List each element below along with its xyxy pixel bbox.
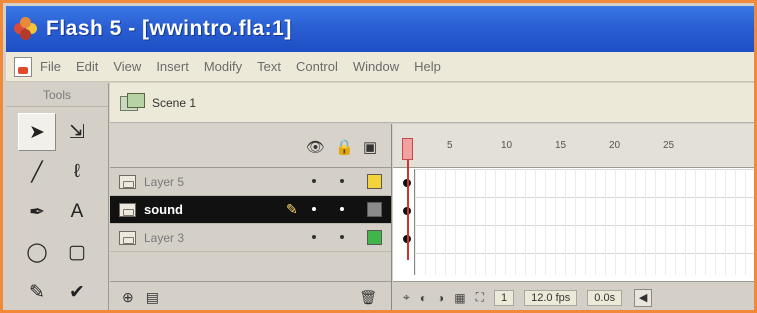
lock-dot[interactable] [340,235,344,239]
center-frame-icon[interactable]: ⌖ [403,290,410,305]
delete-layer-icon[interactable]: 🗑 [359,289,377,306]
current-frame-field: 1 [494,289,515,306]
pencil-tool-icon[interactable]: ✎ [18,273,56,310]
menu-file[interactable]: File [40,59,61,74]
lock-icon[interactable]: 🔒 [335,138,354,156]
lock-dot[interactable] [340,179,344,183]
frame-ruler[interactable]: 5 10 15 20 25 [393,124,754,168]
layers-panel: 👁 🔒 ▣ Layer 5 sound ✎ Layer 3 ⊕ ▤ 🗑 [110,124,392,310]
layer-name: Layer 3 [144,230,185,245]
timeline-panel: 5 10 15 20 25 ⌖ ◐ ◑ ▦ ⛶ 1 12.0 fps 0.0s … [393,124,754,310]
ruler-tick: 25 [663,140,675,151]
ruler-tick: 5 [447,140,453,151]
layers-header: 👁 🔒 ▣ [110,124,391,168]
lock-dot[interactable] [340,207,344,211]
ruler-tick: 15 [555,140,567,151]
scroll-left-button[interactable]: ◀ [634,288,653,307]
visibility-dot[interactable] [312,235,316,239]
brush-tool-icon[interactable]: ✔ [58,273,96,310]
layer-outline-color-swatch[interactable] [367,202,382,217]
layer-name: sound [144,202,183,217]
layer-outline-color-swatch[interactable] [367,230,382,245]
show-hide-eye-icon[interactable]: 👁 [306,138,325,156]
pencil-edit-icon: ✎ [286,201,298,217]
text-tool-icon[interactable]: A [58,193,96,231]
layer-row[interactable]: Layer 5 [110,168,391,196]
oval-tool-icon[interactable]: ◯ [18,233,56,271]
elapsed-time-field: 0.0s [587,289,623,306]
ruler-tick: 20 [609,140,621,151]
menu-view[interactable]: View [113,59,141,74]
layer-outline-color-swatch[interactable] [367,174,382,189]
tools-header: Tools [6,83,108,107]
layer-icon [119,202,136,217]
layer-row[interactable]: Layer 3 [110,224,391,252]
tool-grid: ➤ ⇲ ╱ ℓ ✒ A ◯ ▢ ✎ ✔ [18,113,108,310]
playhead-line [407,160,409,260]
menu-bar: File Edit View Insert Modify Text Contro… [6,52,754,82]
menu-window[interactable]: Window [353,59,399,74]
ruler-tick: 10 [501,140,513,151]
visibility-dot[interactable] [312,179,316,183]
layer-name: Layer 5 [144,174,185,189]
add-guide-layer-icon[interactable]: ▤ [146,289,159,306]
menu-control[interactable]: Control [296,59,338,74]
title-bar[interactable]: Flash 5 - [wwintro.fla:1] [6,6,754,52]
layer-icon [119,174,136,189]
menu-insert[interactable]: Insert [156,59,189,74]
application-window: Flash 5 - [wwintro.fla:1] File Edit View… [0,0,757,313]
frame-grid[interactable] [415,169,754,275]
layers-footer: ⊕ ▤ 🗑 [110,281,391,310]
scene-bar: Scene 1 [110,83,754,123]
line-tool-icon[interactable]: ╱ [18,153,56,191]
scene-label[interactable]: Scene 1 [152,96,196,110]
menu-modify[interactable]: Modify [204,59,242,74]
pen-tool-icon[interactable]: ✒ [18,193,56,231]
rectangle-tool-icon[interactable]: ▢ [58,233,96,271]
menu-help[interactable]: Help [414,59,441,74]
window-title: Flash 5 - [wwintro.fla:1] [46,17,292,40]
layer-row-selected[interactable]: sound ✎ [110,196,391,224]
outline-icon[interactable]: ▣ [363,138,377,156]
menu-text[interactable]: Text [257,59,281,74]
add-layer-icon[interactable]: ⊕ [122,289,134,306]
timeline-footer: ⌖ ◐ ◑ ▦ ⛶ 1 12.0 fps 0.0s ◀ [393,281,754,310]
playhead[interactable] [402,138,413,160]
document-icon[interactable] [14,56,32,77]
modify-onion-markers-icon[interactable]: ⛶ [476,290,484,305]
edit-multiple-frames-icon[interactable]: ▦ [454,291,465,305]
lasso-tool-icon[interactable]: ℓ [58,153,96,191]
subselect-tool-icon[interactable]: ⇲ [58,113,96,151]
arrow-tool-icon[interactable]: ➤ [18,113,56,151]
visibility-dot[interactable] [312,207,316,211]
onion-outline-icon[interactable]: ◑ [437,291,444,305]
frame-rate-field: 12.0 fps [524,289,578,306]
menu-edit[interactable]: Edit [76,59,98,74]
onion-skin-icon[interactable]: ◐ [420,291,427,305]
layer-icon [119,230,136,245]
scene-icon[interactable] [120,92,146,113]
tools-panel: Tools ➤ ⇲ ╱ ℓ ✒ A ◯ ▢ ✎ ✔ [6,83,109,310]
flash-flower-icon [14,17,38,41]
